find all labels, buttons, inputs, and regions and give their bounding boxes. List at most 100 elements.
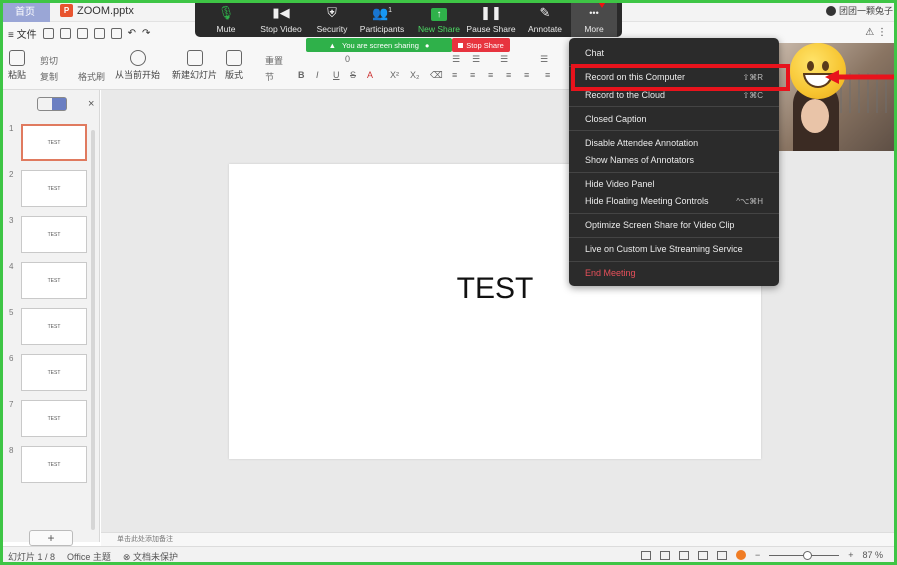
file-menu[interactable]: ≡ 文件 bbox=[8, 26, 37, 41]
stop-share-button[interactable]: Stop Share bbox=[452, 38, 510, 52]
bold-button[interactable]: B bbox=[298, 70, 305, 80]
zoom-slider-knob[interactable] bbox=[803, 550, 813, 560]
open-icon[interactable] bbox=[42, 27, 54, 39]
shield-icon: ⛨ bbox=[327, 5, 337, 20]
numbering-icon[interactable]: ☰ bbox=[472, 54, 480, 65]
thumbnail-scrollbar[interactable] bbox=[91, 130, 95, 530]
menu-item-optimize-video[interactable]: Optimize Screen Share for Video Clip bbox=[569, 216, 779, 234]
subscript-button[interactable]: X₂ bbox=[410, 70, 420, 80]
new-share-button[interactable]: ↑ New Share bbox=[418, 0, 460, 37]
menu-item-live-streaming[interactable]: Live on Custom Live Streaming Service bbox=[569, 240, 779, 258]
sorter-view-icon[interactable] bbox=[678, 550, 689, 560]
align-left-icon[interactable]: ≡ bbox=[452, 70, 457, 80]
section-button[interactable]: 节 bbox=[265, 70, 274, 83]
line-spacing-icon[interactable]: ≡ bbox=[545, 70, 550, 80]
slide-number: 7 bbox=[9, 400, 14, 409]
slide-thumbnail[interactable]: TEST bbox=[21, 262, 87, 299]
columns-icon[interactable]: ☰ bbox=[540, 54, 548, 65]
zoom-in-button[interactable]: + bbox=[848, 550, 853, 560]
align-center-icon[interactable]: ≡ bbox=[470, 70, 475, 80]
menu-item-hide-floating-controls[interactable]: Hide Floating Meeting Controls ^⌥⌘H bbox=[569, 192, 779, 210]
layout-label: 版式 bbox=[225, 70, 244, 80]
mute-button[interactable]: 🎙 Mute bbox=[209, 0, 243, 37]
font-size-field[interactable]: 0 bbox=[345, 54, 350, 64]
close-icon[interactable]: × bbox=[88, 98, 94, 110]
zoom-level[interactable]: 87 % bbox=[862, 550, 883, 560]
menu-item-chat[interactable]: Chat bbox=[569, 44, 779, 62]
annotation-arrow-left-icon bbox=[825, 70, 897, 84]
align-right-icon[interactable]: ≡ bbox=[488, 70, 493, 80]
format-painter-button[interactable]: 格式刷 bbox=[78, 70, 105, 83]
copy-button[interactable]: 复制 bbox=[40, 70, 58, 83]
stop-video-button[interactable]: ▮◀ Stop Video bbox=[257, 0, 305, 37]
pencil-icon: ✎ bbox=[539, 5, 551, 20]
slide-thumbnail[interactable]: TEST bbox=[21, 124, 87, 161]
pause-share-button[interactable]: ❚❚ Pause Share bbox=[466, 0, 515, 37]
add-slide-button[interactable]: + bbox=[29, 530, 73, 546]
export-icon[interactable] bbox=[76, 27, 88, 39]
slide-number: 5 bbox=[9, 308, 14, 317]
slide-thumbnail[interactable]: TEST bbox=[21, 354, 87, 391]
normal-view-icon[interactable] bbox=[659, 550, 670, 560]
cut-button[interactable]: 剪切 bbox=[40, 54, 58, 67]
underline-button[interactable]: U bbox=[333, 70, 340, 80]
new-slide-button[interactable]: 新建幻灯片 bbox=[172, 50, 217, 81]
tab-home[interactable]: 首页 bbox=[0, 0, 50, 22]
preview-icon[interactable] bbox=[110, 27, 122, 39]
security-button[interactable]: ⛨ Security bbox=[315, 0, 349, 37]
status-bar: 幻灯片 1 / 8 Office 主题 ⊗ 文档未保护 − + 87 % bbox=[0, 546, 897, 565]
menu-item-disable-annotation[interactable]: Disable Attendee Annotation bbox=[569, 134, 779, 152]
zoom-slider[interactable] bbox=[769, 550, 840, 560]
participants-button[interactable]: 👥1 Participants bbox=[358, 0, 406, 37]
more-button[interactable]: ••• More bbox=[571, 0, 617, 37]
slideshow-icon[interactable] bbox=[735, 550, 746, 560]
print-icon[interactable] bbox=[93, 27, 105, 39]
list-view-icon[interactable] bbox=[38, 98, 52, 110]
layout-button[interactable]: 版式 bbox=[225, 50, 243, 81]
panel-view-toggle[interactable] bbox=[37, 97, 67, 111]
redo-icon[interactable]: ↷ bbox=[142, 28, 150, 39]
new-slide-label: 新建幻灯片 bbox=[172, 70, 218, 80]
indent-icon[interactable]: ☰ bbox=[500, 54, 508, 65]
paste-button[interactable]: 粘贴 bbox=[8, 50, 26, 81]
present-view-icon[interactable] bbox=[716, 550, 727, 560]
tab-document[interactable]: P ZOOM.pptx bbox=[50, 4, 134, 17]
reset-button[interactable]: 重置 bbox=[265, 54, 283, 67]
screen-sharing-banner: ▲ You are screen sharing ● bbox=[306, 38, 452, 52]
notes-view-icon[interactable] bbox=[640, 550, 651, 560]
slide-thumbnail[interactable]: TEST bbox=[21, 308, 87, 345]
justify-icon[interactable]: ≡ bbox=[506, 70, 511, 80]
reading-view-icon[interactable] bbox=[697, 550, 708, 560]
slide-thumbnail[interactable]: TEST bbox=[21, 400, 87, 437]
slide-number: 1 bbox=[9, 124, 14, 133]
user-name: 团团一颗兔子 bbox=[838, 6, 893, 16]
slide-thumbnail[interactable]: TEST bbox=[21, 170, 87, 207]
zoom-out-button[interactable]: − bbox=[755, 550, 760, 560]
ribbon-options-icon[interactable]: ⚠ ⋮ bbox=[865, 27, 887, 38]
notes-field[interactable]: 单击此处添加备注 bbox=[101, 532, 894, 546]
menu-item-show-annotators[interactable]: Show Names of Annotators bbox=[569, 151, 779, 169]
participant-face bbox=[801, 99, 829, 133]
menu-item-end-meeting[interactable]: End Meeting bbox=[569, 264, 779, 282]
annotate-button[interactable]: ✎ Annotate bbox=[525, 0, 565, 37]
security-label: Security bbox=[316, 24, 348, 34]
bullets-icon[interactable]: ☰ bbox=[452, 54, 460, 65]
save-icon[interactable] bbox=[59, 27, 71, 39]
clear-format-icon[interactable]: ⌫ bbox=[430, 70, 443, 81]
protection-status[interactable]: ⊗ 文档未保护 bbox=[123, 550, 178, 563]
italic-button[interactable]: I bbox=[316, 70, 319, 80]
slide-thumbnail[interactable]: TEST bbox=[21, 446, 87, 483]
from-current-button[interactable]: 从当前开始 bbox=[115, 50, 160, 81]
user-account[interactable]: 团团一颗兔子 bbox=[825, 4, 893, 17]
strikethrough-button[interactable]: S bbox=[350, 70, 356, 80]
distribute-icon[interactable]: ≡ bbox=[524, 70, 529, 80]
thumbnail-view-icon[interactable] bbox=[52, 98, 66, 110]
menu-item-hide-video-panel[interactable]: Hide Video Panel bbox=[569, 175, 779, 193]
font-color-button[interactable]: A bbox=[367, 70, 373, 80]
slide-thumbnail[interactable]: TEST bbox=[21, 216, 87, 253]
undo-icon[interactable]: ↶ bbox=[128, 28, 136, 39]
superscript-button[interactable]: X² bbox=[390, 70, 399, 80]
menu-item-closed-caption[interactable]: Closed Caption bbox=[569, 110, 779, 128]
participants-label: Participants bbox=[359, 24, 405, 34]
participants-count: 1 bbox=[388, 6, 393, 14]
